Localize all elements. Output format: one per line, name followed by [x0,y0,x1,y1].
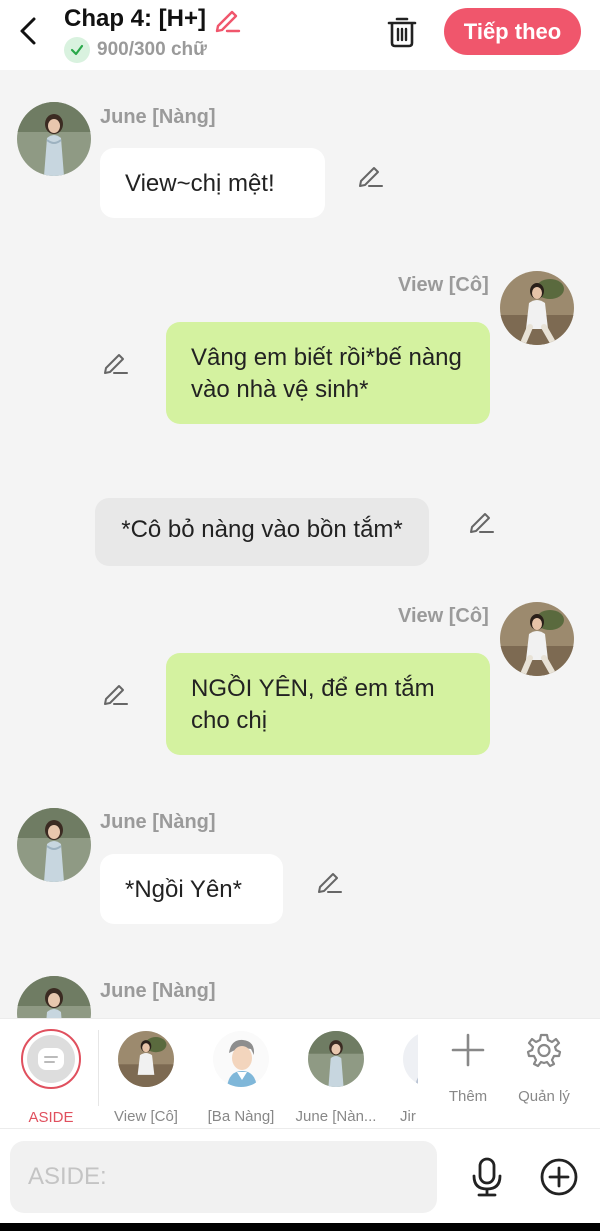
character-jir[interactable]: Jir [386,1029,418,1129]
character-ba-nang[interactable]: [Ba Nàng] [196,1029,286,1129]
character-label: [Ba Nàng] [207,1108,275,1125]
chevron-left-icon [20,17,36,45]
avatar-june[interactable] [17,808,91,882]
character-label: June [Nàn... [295,1108,377,1125]
microphone-icon [472,1157,502,1197]
sender-name: June [Nàng] [100,980,216,1002]
aside-selected-ring [21,1029,81,1089]
avatar [213,1031,269,1087]
delete-button[interactable] [382,12,422,52]
chat-area[interactable]: June [Nàng] View~chị mệt! View [Cô] Vâng… [0,70,600,1018]
back-button[interactable] [14,14,42,48]
word-count-row: 900/300 chữ [64,37,207,63]
manage-button[interactable]: Quản lý [509,1032,579,1112]
message-input[interactable] [10,1141,437,1213]
edit-message-button[interactable] [466,506,496,536]
check-circle-icon [64,37,90,63]
edit-message-button[interactable] [314,866,344,896]
gear-icon [526,1032,562,1068]
pencil-icon [104,354,128,374]
sender-name: June [Nàng] [100,106,216,128]
avatar [118,1031,174,1087]
edit-message-button[interactable] [100,347,130,377]
manage-label: Quản lý [518,1088,570,1105]
pencil-icon [359,167,383,187]
sender-name: View [Cô] [398,274,489,296]
top-bar: Chap 4: [H+] 900/300 chữ Tiếp theo [0,0,600,70]
avatar-june[interactable] [17,102,91,176]
character-view[interactable]: View [Cô] [101,1029,191,1129]
input-bar [0,1128,600,1223]
message-bubble[interactable]: *Ngồi Yên* [100,854,283,924]
message-bubble[interactable]: Vâng em biết rồi*bế nàng vào nhà vệ sinh… [166,322,490,424]
sender-name: View [Cô] [398,605,489,627]
avatar [308,1031,364,1087]
edit-message-button[interactable] [100,678,130,708]
avatar-view[interactable] [500,602,574,676]
word-count: 900/300 chữ [97,39,207,60]
plus-icon [450,1032,486,1068]
chapter-title: Chap 4: [H+] [64,5,207,32]
character-june[interactable]: June [Nàn... [291,1029,381,1129]
character-label: Jir [400,1108,416,1125]
message-bubble[interactable]: NGỒI YÊN, để em tắm cho chị [166,653,490,755]
character-aside[interactable]: ASIDE [17,1029,107,1129]
character-label: ASIDE [28,1109,74,1126]
trash-icon [387,17,417,48]
add-character-button[interactable]: Thêm [433,1032,503,1112]
aside-icon [38,1048,64,1070]
narration-bubble[interactable]: *Cô bỏ nàng vào bồn tắm* [95,498,429,566]
system-nav-strip [0,1223,600,1231]
avatar [403,1031,418,1087]
pencil-icon [104,685,128,705]
add-label: Thêm [448,1088,488,1105]
next-button[interactable]: Tiếp theo [444,8,581,55]
message-bubble[interactable]: View~chị mệt! [100,148,325,218]
avatar-june[interactable] [17,976,91,1018]
plus-circle-icon [540,1158,578,1196]
avatar-view[interactable] [500,271,574,345]
add-attachment-button[interactable] [538,1156,580,1198]
pencil-icon [470,513,494,533]
divider [98,1030,99,1106]
pencil-icon [215,10,241,33]
pencil-icon [318,873,342,893]
edit-title-button[interactable] [212,4,242,34]
character-label: View [Cô] [114,1108,178,1125]
chapter-title-row: Chap 4: [H+] [64,4,242,34]
voice-input-button[interactable] [466,1156,508,1198]
edit-message-button[interactable] [355,160,385,190]
sender-name: June [Nàng] [100,811,216,833]
